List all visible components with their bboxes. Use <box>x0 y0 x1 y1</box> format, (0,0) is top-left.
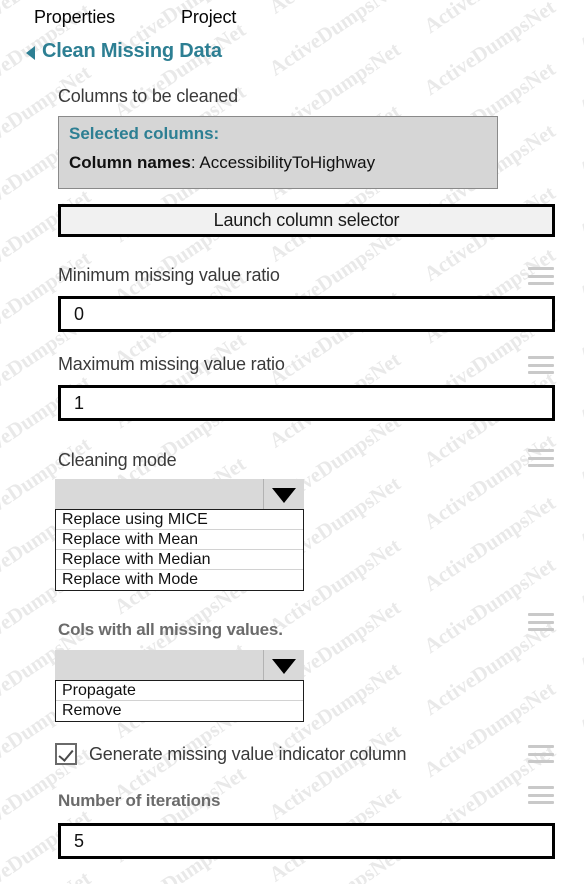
generate-indicator-label: Generate missing value indicator column <box>89 743 407 764</box>
hamburger-menu-icon[interactable] <box>528 267 554 285</box>
cleaning-mode-option[interactable]: Replace using MICE <box>56 510 303 530</box>
triangle-collapse-icon[interactable] <box>26 45 35 60</box>
cols-with-all-missing-values-option[interactable]: Propagate <box>56 681 303 701</box>
hamburger-menu-icon[interactable] <box>528 786 554 804</box>
columns-to-be-cleaned-label: Columns to be cleaned <box>58 86 238 106</box>
properties-panel: Properties Project Clean Missing Data Co… <box>0 0 584 884</box>
selected-columns-title: Selected columns: <box>69 124 220 143</box>
minimum-missing-value-ratio-input[interactable]: 0 <box>58 296 555 332</box>
tab-project[interactable]: Project <box>181 7 236 28</box>
cleaning-mode-options-list[interactable]: Replace using MICE Replace with Mean Rep… <box>55 509 304 591</box>
column-names-value: AccessibilityToHighway <box>199 153 376 172</box>
cols-with-all-missing-values-option[interactable]: Remove <box>56 701 303 721</box>
launch-column-selector-button[interactable]: Launch column selector <box>58 204 555 237</box>
cleaning-mode-combobox[interactable] <box>55 479 304 512</box>
cols-with-all-missing-values-combobox[interactable] <box>55 650 304 683</box>
minimum-missing-value-ratio-label: Minimum missing value ratio <box>58 265 280 285</box>
cols-with-all-missing-values-label: Cols with all missing values. <box>58 620 283 639</box>
column-names-label: Column names <box>69 153 191 172</box>
checkbox-checked-icon[interactable] <box>55 743 77 765</box>
number-of-iterations-label: Number of iterations <box>58 791 221 810</box>
hamburger-menu-icon[interactable] <box>528 356 554 374</box>
cleaning-mode-option[interactable]: Replace with Median <box>56 550 303 570</box>
selected-columns-value: Column names: AccessibilityToHighway <box>69 153 487 173</box>
chevron-down-icon[interactable] <box>263 650 304 683</box>
generate-indicator-row[interactable]: Generate missing value indicator column <box>55 743 407 765</box>
module-header[interactable]: Clean Missing Data <box>26 40 222 63</box>
selected-columns-panel: Selected columns: Column names: Accessib… <box>58 116 498 189</box>
module-title: Clean Missing Data <box>42 40 222 62</box>
number-of-iterations-input[interactable]: 5 <box>58 823 555 859</box>
cleaning-mode-option[interactable]: Replace with Mode <box>56 570 303 590</box>
maximum-missing-value-ratio-input[interactable]: 1 <box>58 385 555 421</box>
hamburger-menu-icon[interactable] <box>528 449 554 467</box>
maximum-missing-value-ratio-label: Maximum missing value ratio <box>58 354 285 374</box>
cleaning-mode-option[interactable]: Replace with Mean <box>56 530 303 550</box>
cleaning-mode-selected-value <box>55 479 263 512</box>
cols-with-all-missing-values-selected-value <box>55 650 263 683</box>
cols-with-all-missing-values-options-list[interactable]: Propagate Remove <box>55 680 304 722</box>
cleaning-mode-label: Cleaning mode <box>58 450 177 470</box>
hamburger-menu-icon[interactable] <box>528 745 554 763</box>
hamburger-menu-icon[interactable] <box>528 613 554 631</box>
chevron-down-icon[interactable] <box>263 479 304 512</box>
tab-properties[interactable]: Properties <box>34 7 115 28</box>
tab-bar: Properties Project <box>0 0 584 36</box>
